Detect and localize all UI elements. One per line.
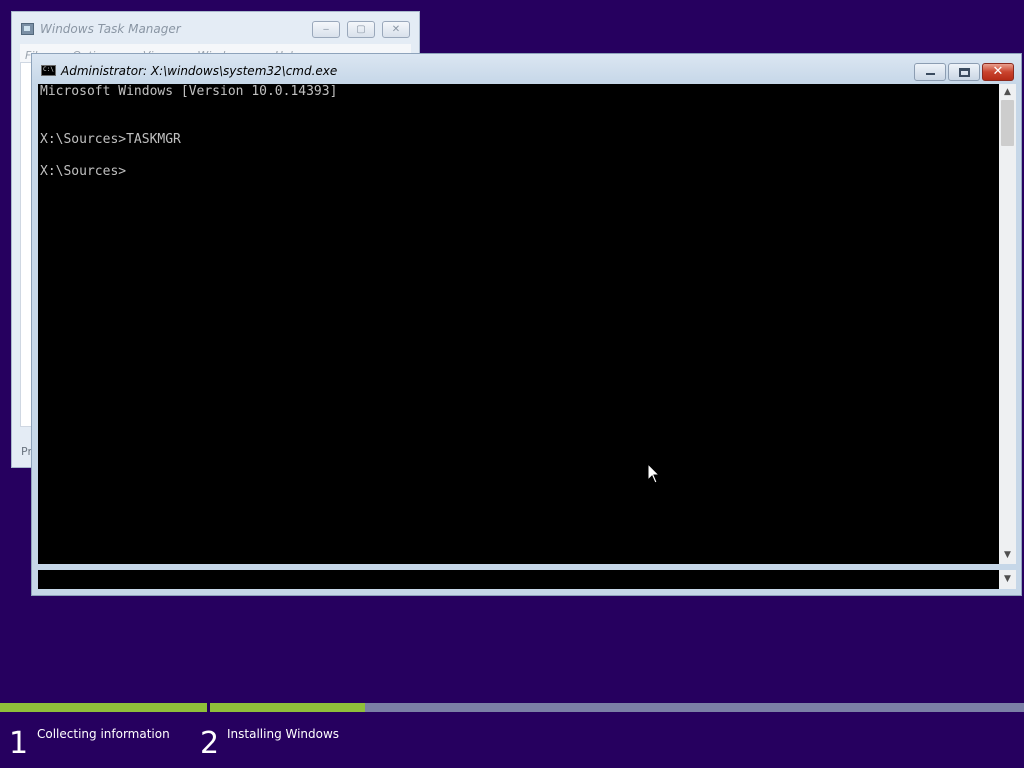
step-2-progress-bar (210, 703, 1024, 712)
cmd-close-button[interactable]: ✕ (982, 63, 1014, 81)
scroll-up-icon[interactable]: ▲ (999, 84, 1016, 101)
task-manager-icon (21, 23, 34, 35)
task-manager-title: Windows Task Manager (40, 22, 181, 36)
console-output[interactable]: Microsoft Windows [Version 10.0.14393] X… (38, 84, 999, 564)
cmd-titlebar[interactable]: C:\ Administrator: X:\windows\system32\c… (32, 54, 1021, 84)
console-line-command: X:\Sources>TASKMGR (40, 132, 181, 147)
console-line-prompt: X:\Sources> (40, 164, 127, 179)
close-icon: ✕ (992, 64, 1004, 79)
maximize-icon: ▢ (356, 24, 366, 35)
step-2-progress-fill (210, 703, 365, 712)
step-1-progress-fill (0, 703, 207, 712)
scroll-down-icon[interactable]: ▼ (999, 547, 1016, 564)
minimize-icon: ‒ (322, 24, 330, 35)
step-2-label: Installing Windows (227, 727, 340, 741)
minimize-icon (926, 73, 935, 75)
scrollbar-thumb[interactable] (1001, 100, 1014, 146)
step-1-number: 1 (9, 726, 29, 761)
maximize-icon (959, 68, 970, 77)
cmd-window-title: Administrator: X:\windows\system32\cmd.e… (61, 64, 338, 78)
console-icon: C:\ (41, 65, 56, 76)
cmd-window[interactable]: C:\ Administrator: X:\windows\system32\c… (31, 53, 1022, 596)
task-manager-close-button[interactable]: ✕ (382, 21, 410, 38)
cmd-maximize-button[interactable] (948, 63, 980, 81)
console-lower-pane (38, 570, 999, 589)
step-2-number: 2 (200, 726, 220, 761)
task-manager-minimize-button[interactable]: ‒ (312, 21, 340, 38)
step-1-progress-bar (0, 703, 207, 712)
console-line-version: Microsoft Windows [Version 10.0.14393] (40, 84, 338, 99)
step-1-label: Collecting information (37, 727, 170, 741)
close-icon: ✕ (391, 24, 401, 35)
task-manager-maximize-button[interactable]: ▢ (347, 21, 375, 38)
mouse-pointer-icon (647, 463, 661, 484)
cmd-minimize-button[interactable] (914, 63, 946, 81)
vertical-scrollbar[interactable]: ▲ ▼ (999, 84, 1016, 564)
chevron-down-icon[interactable]: ▼ (999, 570, 1016, 589)
